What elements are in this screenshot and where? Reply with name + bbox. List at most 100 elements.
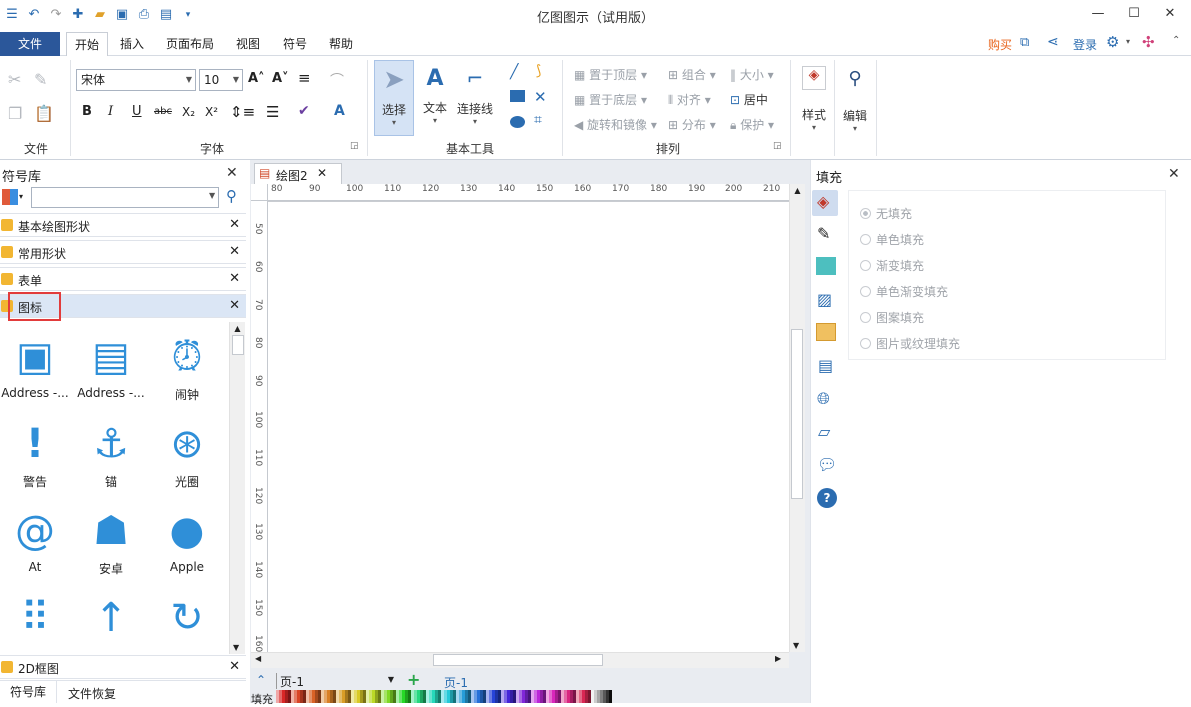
bring-to-front-button[interactable]: ▦ 置于顶层 ▾	[574, 66, 647, 83]
fill-option-none[interactable]: 无填充	[860, 205, 912, 222]
close-section-icon[interactable]: ✕	[229, 298, 240, 313]
fill-option-pattern[interactable]: 图案填充	[860, 309, 924, 326]
line-spacing-icon[interactable]: ⇕≡	[230, 103, 255, 121]
cross-point-icon[interactable]: ✕	[534, 88, 547, 106]
ellipse-shape-icon[interactable]	[510, 116, 525, 128]
canvas-horizontal-scrollbar[interactable]: ◀ ▶	[251, 652, 789, 668]
shrink-font-icon[interactable]: A˅	[272, 71, 289, 86]
login-link[interactable]: 登录	[1073, 36, 1097, 53]
connector-tool-button[interactable]: ⌐ 连接线 ▾	[454, 60, 496, 136]
font-size-select[interactable]: 10 ▼	[199, 69, 243, 91]
text-highlight-icon[interactable]: ✔	[298, 103, 310, 119]
canvas-vertical-scrollbar[interactable]: ▲ ▼	[789, 184, 805, 652]
scroll-thumb[interactable]	[791, 329, 803, 499]
grow-font-icon[interactable]: A˄	[248, 71, 265, 86]
library-icon-item[interactable]: ⚓︎ 锚	[73, 415, 149, 503]
help-icon[interactable]: ?	[817, 488, 837, 508]
center-button[interactable]: ⊡ 居中	[730, 91, 768, 108]
close-section-icon[interactable]: ✕	[229, 271, 240, 286]
subscript-icon[interactable]: X₂	[182, 105, 195, 119]
superscript-icon[interactable]: X²	[205, 105, 218, 119]
paragraph-align-icon[interactable]: ≡	[298, 69, 311, 87]
comment-icon[interactable]: 💬︎	[817, 455, 837, 474]
drawing-canvas[interactable]	[268, 201, 789, 652]
library-icon-item[interactable]: ☗ 安卓	[73, 502, 149, 590]
bold-icon[interactable]: B	[82, 104, 92, 119]
send-to-back-button[interactable]: ▦ 置于底层 ▾	[574, 91, 647, 108]
italic-icon[interactable]: I	[108, 104, 113, 119]
fill-bucket-icon[interactable]: ◈	[817, 192, 829, 211]
library-section-basic[interactable]: 基本绘图形状 ✕	[0, 213, 246, 237]
fill-option-mono-gradient[interactable]: 单色渐变填充	[860, 283, 948, 300]
protect-button[interactable]: 🔒︎ 保护 ▾	[730, 116, 774, 133]
close-fill-panel-icon[interactable]: ✕	[1168, 166, 1180, 182]
library-icon-item[interactable]: ⏰︎ 闹钟	[149, 328, 225, 416]
line-pen-icon[interactable]: ✎	[817, 224, 830, 243]
collapse-ribbon-icon[interactable]: ⌃	[1172, 35, 1180, 46]
fill-option-gradient[interactable]: 渐变填充	[860, 257, 924, 274]
font-color-icon[interactable]: A	[334, 103, 345, 119]
library-icon-item[interactable]: ! 警告	[0, 415, 73, 503]
tab-home[interactable]: 开始	[66, 32, 109, 57]
scroll-left-icon[interactable]: ◀	[255, 654, 261, 663]
font-name-select[interactable]: 宋体 ▼	[76, 69, 196, 91]
layer-icon[interactable]	[816, 323, 836, 341]
close-library-icon[interactable]: ✕	[226, 165, 238, 181]
search-dropdown-icon[interactable]: ▼	[209, 191, 215, 200]
library-menu-dropdown-icon[interactable]: ▾	[19, 192, 23, 201]
file-menu-button[interactable]: 文件	[0, 32, 60, 56]
bullets-icon[interactable]: ☰	[266, 103, 279, 121]
buy-link[interactable]: 购买	[988, 36, 1012, 53]
share-screen-icon[interactable]: ⧉	[1020, 35, 1029, 50]
maximize-icon[interactable]: ☐	[1122, 4, 1146, 24]
scroll-thumb[interactable]	[231, 335, 244, 355]
arc-shape-icon[interactable]: ⟆	[536, 63, 541, 79]
color-palette[interactable]	[276, 690, 612, 703]
library-scrollbar[interactable]: ▲ ▼	[229, 322, 245, 654]
brand-logo-icon[interactable]: ✣	[1142, 33, 1155, 51]
tab-page-layout[interactable]: 页面布局	[158, 32, 222, 56]
scroll-thumb[interactable]	[433, 654, 603, 666]
document-tab[interactable]: ▤ 绘图2 ✕	[254, 163, 342, 184]
document-list-icon[interactable]: ▤	[818, 356, 833, 375]
library-icon-item[interactable]: ⊛ 光圈	[149, 415, 225, 503]
text-tool-button[interactable]: A 文本 ▾	[417, 60, 453, 136]
add-page-icon[interactable]: +	[407, 670, 420, 689]
font-dialog-launcher-icon[interactable]: ◲	[350, 141, 359, 151]
page-nav-up-icon[interactable]: ⌃	[256, 673, 266, 687]
distribute-button[interactable]: ⊞ 分布 ▾	[668, 116, 716, 133]
fill-option-solid[interactable]: 单色填充	[860, 231, 924, 248]
close-section-icon[interactable]: ✕	[229, 659, 240, 674]
tab-insert[interactable]: 插入	[112, 32, 152, 56]
scroll-down-icon[interactable]: ▼	[793, 641, 799, 650]
tab-symbols[interactable]: 符号	[275, 32, 315, 56]
select-tool-button[interactable]: ➤ 选择 ▾	[374, 60, 414, 136]
palette-swatch[interactable]	[609, 690, 612, 703]
format-painter-icon[interactable]: ✎	[34, 70, 47, 89]
scroll-down-icon[interactable]: ▼	[233, 643, 239, 652]
library-icon-item[interactable]: ● Apple	[149, 502, 225, 590]
copy-icon[interactable]: ❐	[8, 104, 22, 123]
scroll-up-icon[interactable]: ▲	[230, 324, 245, 333]
library-icon-item[interactable]: ▤ Address -...	[73, 328, 149, 416]
line-spacing-curve-icon[interactable]: ⌒	[330, 70, 344, 90]
page-select[interactable]: 页-1 ▼	[276, 673, 398, 689]
tab-symbol-library[interactable]: 符号库	[0, 681, 57, 703]
hyperlink-globe-icon[interactable]: 🌐︎	[817, 389, 830, 409]
tab-view[interactable]: 视图	[228, 32, 268, 56]
page-tab[interactable]: 页-1	[444, 674, 468, 691]
paste-icon[interactable]: 📋	[34, 104, 54, 123]
library-section-forms[interactable]: 表单 ✕	[0, 267, 246, 291]
group-button[interactable]: ⊞ 组合 ▾	[668, 66, 716, 83]
align-button[interactable]: ⫴ 对齐 ▾	[668, 91, 711, 108]
strikethrough-icon[interactable]: abc	[154, 106, 172, 117]
rotate-mirror-button[interactable]: ◀ 旋转和镜像 ▾	[574, 116, 657, 133]
library-icon-item[interactable]: ⠿	[0, 589, 73, 654]
settings-dropdown-icon[interactable]: ▾	[1126, 37, 1130, 46]
library-section-common[interactable]: 常用形状 ✕	[0, 240, 246, 264]
line-shape-icon[interactable]: ╱	[510, 64, 518, 80]
library-icon-item[interactable]: ↑	[73, 589, 149, 654]
image-icon[interactable]: ▨	[817, 290, 832, 309]
attachment-icon[interactable]: ▱	[818, 422, 830, 441]
size-button[interactable]: ‖ 大小 ▾	[730, 66, 774, 83]
